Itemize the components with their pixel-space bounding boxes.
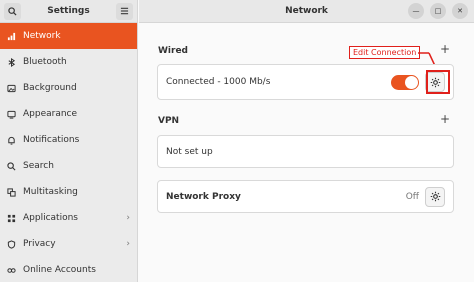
appearance-icon bbox=[7, 110, 16, 119]
add-wired-button[interactable]: + bbox=[440, 42, 450, 56]
chevron-right-icon: › bbox=[126, 213, 130, 223]
wired-connection-card: Connected - 1000 Mb/s bbox=[157, 64, 454, 100]
bluetooth-icon bbox=[7, 57, 16, 67]
search-icon bbox=[7, 161, 16, 171]
gear-icon bbox=[430, 191, 440, 202]
sidebar-item-multitasking[interactable]: Multitasking bbox=[0, 179, 137, 205]
sidebar-item-label: Multitasking bbox=[23, 187, 78, 197]
page-title: Network bbox=[285, 6, 328, 16]
vpn-card: Not set up bbox=[157, 135, 454, 168]
sidebar-item-appearance[interactable]: Appearance bbox=[0, 101, 137, 127]
minimize-icon: — bbox=[412, 7, 420, 15]
menu-button[interactable] bbox=[115, 2, 133, 20]
sidebar-item-background[interactable]: Background bbox=[0, 75, 137, 101]
network-proxy-card[interactable]: Network Proxy Off bbox=[157, 180, 454, 213]
privacy-icon bbox=[7, 239, 16, 249]
close-icon: ✕ bbox=[457, 7, 463, 15]
sidebar-item-label: Online Accounts bbox=[23, 265, 96, 275]
sidebar-item-label: Background bbox=[23, 83, 77, 93]
close-button[interactable]: ✕ bbox=[452, 3, 468, 19]
minimize-button[interactable]: — bbox=[408, 3, 424, 19]
maximize-icon: □ bbox=[434, 7, 442, 15]
wired-toggle[interactable] bbox=[391, 74, 419, 90]
sidebar-item-search[interactable]: Search bbox=[0, 153, 137, 179]
background-icon bbox=[7, 84, 16, 93]
sidebar-item-notifications[interactable]: Notifications bbox=[0, 127, 137, 153]
sidebar-item-label: Appearance bbox=[23, 109, 78, 119]
header-bar: Network — □ ✕ bbox=[139, 0, 474, 23]
main-panel: Network — □ ✕ Wired + Edit Connection Co… bbox=[139, 0, 474, 282]
hamburger-icon bbox=[120, 7, 129, 15]
sidebar-item-label: Privacy bbox=[23, 239, 56, 249]
sidebar-item-label: Network bbox=[23, 31, 61, 41]
sidebar-item-bluetooth[interactable]: Bluetooth bbox=[0, 49, 137, 75]
sidebar: Settings Network Bluetooth Background Ap… bbox=[0, 0, 138, 282]
search-icon bbox=[8, 6, 17, 16]
sidebar-list: Network Bluetooth Background Appearance … bbox=[0, 23, 137, 282]
add-vpn-button[interactable]: + bbox=[440, 112, 450, 126]
network-icon bbox=[7, 32, 16, 41]
network-proxy-label: Network Proxy bbox=[166, 191, 241, 202]
search-button[interactable] bbox=[4, 2, 21, 20]
wired-connection-status: Connected - 1000 Mb/s bbox=[166, 77, 271, 87]
sidebar-item-online-accounts[interactable]: Online Accounts bbox=[0, 257, 137, 282]
sidebar-item-privacy[interactable]: Privacy › bbox=[0, 231, 137, 257]
chevron-right-icon: › bbox=[126, 239, 130, 249]
sidebar-title: Settings bbox=[47, 6, 90, 16]
sidebar-item-network[interactable]: Network bbox=[0, 23, 137, 49]
network-proxy-settings-button[interactable] bbox=[425, 186, 445, 207]
sidebar-item-applications[interactable]: Applications › bbox=[0, 205, 137, 231]
sidebar-item-label: Notifications bbox=[23, 135, 80, 145]
sidebar-item-label: Applications bbox=[23, 213, 78, 223]
edit-connection-highlight bbox=[426, 70, 450, 94]
vpn-status: Not set up bbox=[166, 146, 213, 157]
applications-icon bbox=[7, 214, 16, 223]
window-controls: — □ ✕ bbox=[408, 3, 468, 19]
maximize-button[interactable]: □ bbox=[430, 3, 446, 19]
wired-section-title: Wired bbox=[158, 46, 188, 56]
sidebar-item-label: Search bbox=[23, 161, 54, 171]
multitasking-icon bbox=[7, 187, 16, 197]
sidebar-item-label: Bluetooth bbox=[23, 57, 67, 67]
edit-connection-annotation: Edit Connection bbox=[349, 46, 421, 59]
online-accounts-icon bbox=[7, 266, 16, 275]
sidebar-header: Settings bbox=[0, 0, 137, 23]
vpn-section-title: VPN bbox=[158, 116, 180, 126]
bell-icon bbox=[7, 136, 16, 145]
network-proxy-status: Off bbox=[405, 191, 419, 202]
